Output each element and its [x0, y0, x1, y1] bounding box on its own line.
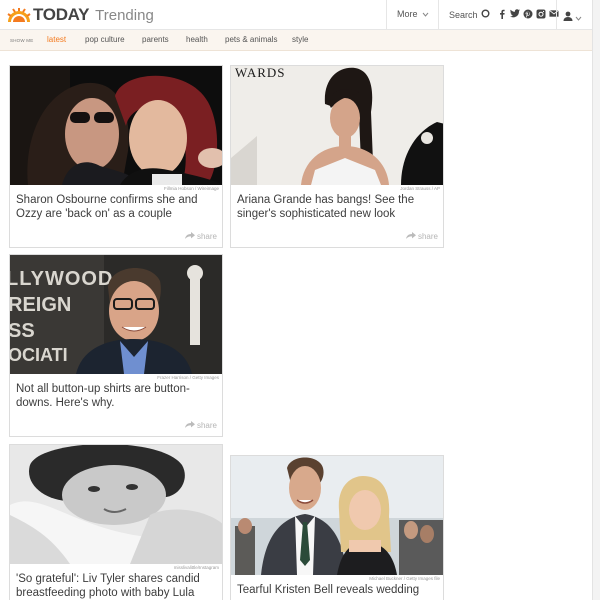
article-card[interactable]: LLYWOOD REIGN SS OCIATI Frazer Harrison … — [9, 254, 223, 437]
article-photo[interactable]: WARDS — [231, 66, 443, 185]
article-headline[interactable]: Sharon Osbourne confirms she and Ozzy ar… — [16, 194, 216, 221]
instagram-icon[interactable] — [536, 8, 546, 19]
article-photo[interactable] — [10, 445, 222, 564]
photo-credit: Jordan Strauss / AP — [400, 186, 440, 191]
photo-credit: Fillmia Hobson / Wireimage — [163, 186, 219, 191]
share-button[interactable]: share — [405, 232, 438, 241]
nav-item-parents[interactable]: parents — [142, 35, 169, 44]
category-nav: SHOW ME latest pop culture parents healt… — [0, 30, 592, 51]
chevron-down-icon — [422, 9, 429, 19]
site-header: TODAY Trending More Search — [0, 0, 600, 33]
svg-text:SS: SS — [10, 320, 35, 342]
article-headline[interactable]: Ariana Grande has bangs! See the singer'… — [237, 194, 437, 221]
section-title: Trending — [95, 6, 154, 24]
share-arrow-icon — [405, 232, 416, 241]
photo-credit: misslivalittle/Instagram — [173, 565, 219, 570]
photo-credit: Frazer Harrison / Getty Images — [157, 375, 219, 380]
article-photo[interactable]: LLYWOOD REIGN SS OCIATI — [10, 255, 222, 374]
article-card[interactable]: WARDS Jordan Strauss / AP Ariana Grande … — [230, 65, 444, 248]
brand-name: TODAY — [33, 5, 90, 24]
chevron-down-icon — [575, 8, 582, 26]
user-menu-button[interactable] — [563, 8, 582, 26]
search-button[interactable]: Search — [449, 9, 490, 20]
share-button[interactable]: share — [184, 421, 217, 430]
email-icon[interactable] — [549, 8, 559, 19]
svg-text:REIGN: REIGN — [10, 294, 71, 316]
search-label: Search — [449, 9, 478, 20]
article-headline[interactable]: Tearful Kristen Bell reveals wedding — [237, 584, 437, 598]
scrollbar[interactable] — [592, 0, 600, 600]
share-label: share — [196, 421, 217, 430]
svg-text:OCIATI: OCIATI — [10, 345, 68, 365]
share-label: share — [417, 232, 438, 241]
article-card[interactable]: misslivalittle/Instagram 'So grateful': … — [9, 444, 223, 600]
share-button[interactable]: share — [184, 232, 217, 241]
user-icon — [563, 8, 573, 26]
share-label: share — [196, 232, 217, 241]
svg-text:WARDS: WARDS — [235, 66, 286, 80]
share-arrow-icon — [184, 232, 195, 241]
nav-item-pop-culture[interactable]: pop culture — [85, 35, 125, 44]
article-photo[interactable] — [10, 66, 222, 185]
facebook-icon[interactable] — [497, 8, 507, 19]
article-photo[interactable] — [231, 456, 443, 575]
article-card[interactable]: Fillmia Hobson / Wireimage Sharon Osbour… — [9, 65, 223, 248]
today-logo[interactable]: TODAY Trending — [7, 5, 154, 33]
nav-item-health[interactable]: health — [186, 35, 208, 44]
pinterest-icon[interactable] — [523, 8, 533, 19]
article-card[interactable]: Michael Buckner / Getty Images file Tear… — [230, 455, 444, 600]
sun-logo-icon — [7, 8, 31, 33]
nav-item-latest[interactable]: latest — [47, 35, 66, 44]
header-divider — [386, 0, 387, 30]
article-headline[interactable]: 'So grateful': Liv Tyler shares candid b… — [16, 573, 216, 600]
show-me-label: SHOW ME — [10, 38, 34, 43]
social-links — [497, 8, 559, 19]
nav-item-style[interactable]: style — [292, 35, 308, 44]
share-arrow-icon — [184, 421, 195, 430]
search-icon — [481, 9, 490, 20]
photo-credit: Michael Buckner / Getty Images file — [369, 576, 440, 581]
article-headline[interactable]: Not all button-up shirts are button-down… — [16, 383, 216, 410]
header-divider — [438, 0, 439, 30]
more-menu-button[interactable]: More — [397, 9, 429, 19]
nav-item-pets-animals[interactable]: pets & animals — [225, 35, 277, 44]
svg-text:LLYWOOD: LLYWOOD — [10, 268, 113, 290]
twitter-icon[interactable] — [510, 8, 520, 19]
header-divider — [556, 0, 557, 30]
more-label: More — [397, 9, 418, 19]
